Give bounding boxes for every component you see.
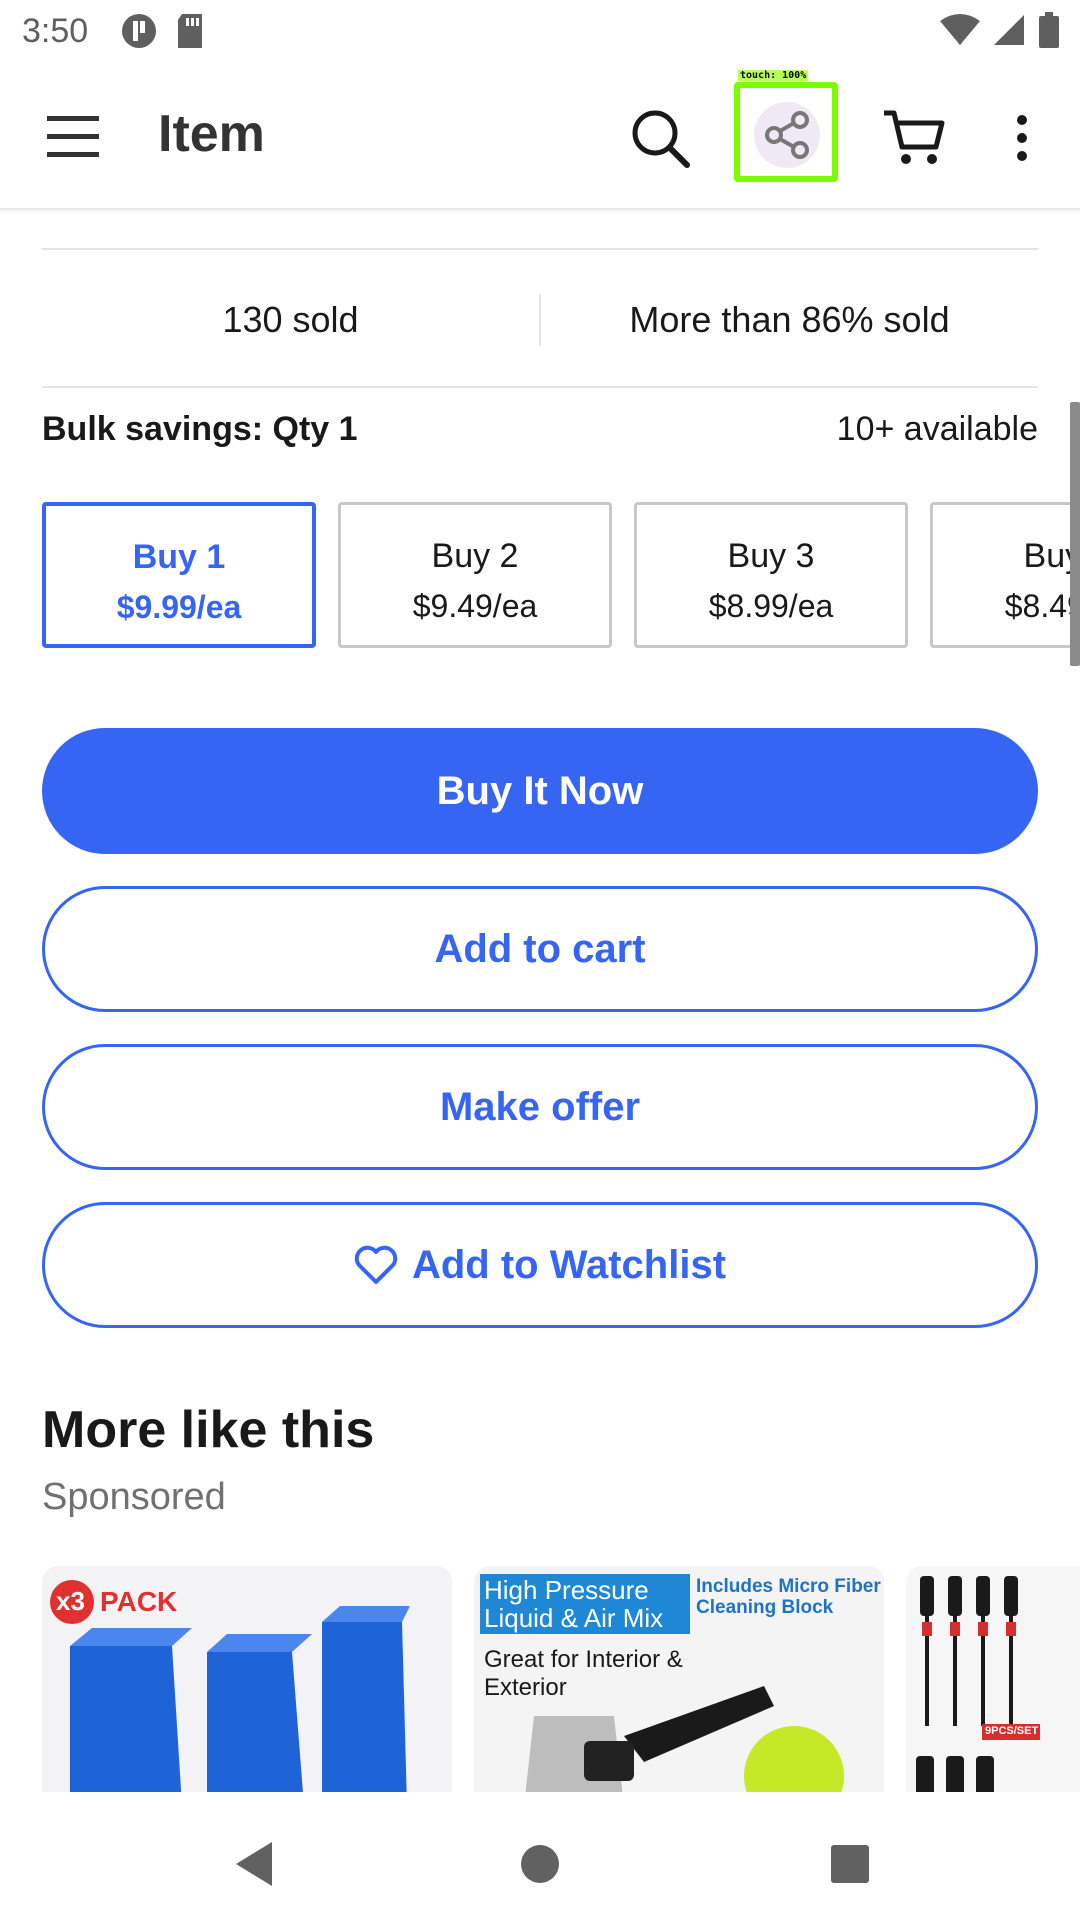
add-to-watchlist-button[interactable]: Add to Watchlist: [42, 1202, 1038, 1328]
scrollbar[interactable]: [1070, 402, 1080, 666]
tier-buy-2[interactable]: Buy 2 $9.49/ea: [338, 502, 612, 648]
app-bar: Item: [0, 64, 1080, 210]
product-image: [906, 1566, 1080, 1792]
wifi-icon: [940, 13, 980, 52]
product-card[interactable]: High Pressure Liquid & Air Mix Includes …: [474, 1566, 884, 1792]
recommendations-carousel[interactable]: x3 PACK High Pressure Liquid & Air Mix I…: [42, 1566, 1080, 1792]
add-to-cart-button[interactable]: Add to cart: [42, 886, 1038, 1012]
menu-icon[interactable]: [40, 106, 106, 168]
product-card[interactable]: 9PCS/SET: [906, 1566, 1080, 1792]
card-tag: 9PCS/SET: [985, 1725, 1039, 1737]
signal-icon: [992, 13, 1026, 52]
watchlist-label: Add to Watchlist: [411, 1242, 727, 1287]
tier-buy-4[interactable]: Buy 4 $8.49/ea: [930, 502, 1080, 648]
divider: [42, 386, 1038, 388]
section-subtitle: Sponsored: [42, 1476, 226, 1518]
pack-badge-number: x3: [56, 1586, 85, 1616]
heart-icon: [354, 1245, 398, 1285]
card-caption: Great for Interior & Exterior: [484, 1646, 683, 1701]
tier-price: $8.49/ea: [1004, 588, 1080, 624]
tier-price: $8.99/ea: [708, 588, 834, 624]
tier-buy-3[interactable]: Buy 3 $8.99/ea: [634, 502, 908, 648]
tier-qty: Buy 1: [132, 538, 226, 576]
tier-price: $9.49/ea: [412, 588, 538, 624]
tier-price: $9.99/ea: [116, 589, 242, 625]
touch-label: touch: 100%: [738, 70, 809, 81]
touch-highlight: [734, 82, 838, 182]
cart-icon[interactable]: [880, 104, 948, 170]
make-offer-button[interactable]: Make offer: [42, 1044, 1038, 1170]
status-icons-right: [940, 12, 1060, 53]
sd-card-icon: [176, 12, 206, 55]
more-icon[interactable]: [1004, 108, 1040, 168]
banner-left-text: High Pressure Liquid & Air Mix: [484, 1575, 664, 1633]
sold-stats: 130 sold More than 86% sold: [42, 250, 1038, 390]
sold-percent: More than 86% sold: [629, 299, 950, 340]
bulk-tiers: Buy 1 $9.99/ea Buy 2 $9.49/ea Buy 3 $8.9…: [42, 502, 1080, 650]
home-icon[interactable]: [512, 1836, 568, 1892]
search-icon[interactable]: [626, 104, 694, 172]
bulk-savings-header: Bulk savings: Qty 1 10+ available: [42, 410, 1038, 449]
tier-qty: Buy 3: [727, 537, 815, 575]
sold-count: 130 sold: [222, 299, 359, 340]
bulk-savings-title: Bulk savings: Qty 1: [42, 410, 358, 448]
back-icon[interactable]: [226, 1836, 282, 1892]
banner-right-text: Includes Micro Fiber Cleaning Block: [696, 1576, 881, 1618]
product-card[interactable]: x3 PACK: [42, 1566, 452, 1792]
section-title: More like this: [42, 1401, 375, 1459]
availability: 10+ available: [836, 410, 1038, 448]
system-nav-bar: [0, 1794, 1080, 1920]
status-icons-left: [120, 12, 206, 55]
tier-buy-1[interactable]: Buy 1 $9.99/ea: [42, 502, 316, 648]
tier-qty: Buy 4: [1023, 537, 1080, 575]
battery-icon: [1038, 12, 1060, 53]
recents-icon[interactable]: [822, 1836, 878, 1892]
status-bar: 3:50: [0, 0, 1080, 64]
tier-qty: Buy 2: [431, 537, 519, 575]
tracking-icon: [120, 12, 158, 55]
status-time: 3:50: [22, 12, 89, 50]
page-title: Item: [158, 105, 265, 163]
pack-badge-text: PACK: [100, 1586, 178, 1617]
buy-it-now-button[interactable]: Buy It Now: [42, 728, 1038, 854]
